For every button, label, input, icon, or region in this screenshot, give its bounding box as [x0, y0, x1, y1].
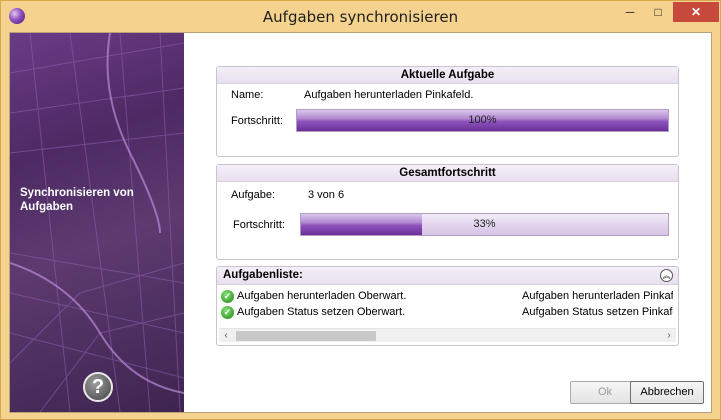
overall-progress-group: Gesamtfortschritt Aufgabe: 3 von 6 Forts… — [216, 164, 679, 260]
collapse-up-icon[interactable]: ︽ — [660, 269, 673, 282]
dialog-window: Aufgaben synchronisieren ─ □ ✕ Synchroni… — [0, 0, 721, 420]
city-map-background — [10, 33, 184, 412]
list-item-detail: Aufgaben Status setzen Pinkafe — [522, 306, 673, 318]
overall-progress-label: Fortschritt: — [233, 219, 285, 231]
help-icon[interactable]: ? — [83, 372, 113, 402]
name-label: Name: — [231, 89, 264, 101]
overall-progress-text: 33% — [473, 218, 496, 230]
task-count-value: 3 von 6 — [308, 189, 345, 201]
list-item-text: Aufgaben herunterladen Oberwart. — [237, 290, 407, 302]
current-task-header: Aktuelle Aufgabe — [217, 67, 678, 84]
dialog-body: Synchronisieren von Aufgaben ? Aktuelle … — [9, 32, 712, 413]
sidebar-banner: Synchronisieren von Aufgaben ? — [10, 33, 184, 412]
list-item-text: Aufgaben Status setzen Oberwart. — [237, 306, 406, 318]
sidebar-title: Synchronisieren von Aufgaben — [20, 187, 134, 213]
cancel-button[interactable]: Abbrechen — [630, 381, 704, 404]
check-icon: ✓ — [221, 290, 234, 303]
name-value: Aufgaben herunterladen Pinkafeld. — [304, 89, 474, 101]
task-list-title: Aufgabenliste: — [223, 269, 303, 281]
close-button[interactable]: ✕ — [673, 2, 719, 22]
task-count-label: Aufgabe: — [231, 189, 276, 201]
overall-progress-header: Gesamtfortschritt — [217, 165, 678, 182]
task-list-panel: Aufgabenliste: ︽ ✓ Aufgaben herunterlade… — [216, 266, 679, 346]
horizontal-scrollbar[interactable]: ‹ › — [219, 328, 676, 342]
scroll-left-icon[interactable]: ‹ — [219, 329, 233, 343]
list-item[interactable]: ✓ Aufgaben Status setzen Oberwart. Aufga… — [221, 305, 673, 321]
window-title: Aufgaben synchronisieren — [262, 8, 459, 26]
check-icon: ✓ — [221, 306, 234, 319]
scroll-thumb[interactable] — [236, 331, 376, 341]
scroll-right-icon[interactable]: › — [662, 329, 676, 343]
maximize-button[interactable]: □ — [645, 2, 671, 22]
list-item-detail: Aufgaben herunterladen Pinkafe — [522, 290, 673, 302]
current-progress-text: 100% — [468, 114, 497, 126]
list-item[interactable]: ✓ Aufgaben herunterladen Oberwart. Aufga… — [221, 289, 673, 305]
current-task-group: Aktuelle Aufgabe Name: Aufgaben herunter… — [216, 66, 679, 157]
current-progress-bar: 100% — [296, 109, 669, 132]
minimize-button[interactable]: ─ — [617, 2, 643, 22]
overall-progress-bar: 33% — [300, 213, 669, 236]
current-progress-label: Fortschritt: — [231, 115, 283, 127]
title-bar[interactable]: Aufgaben synchronisieren ─ □ ✕ — [1, 1, 720, 31]
task-list-header: Aufgabenliste: ︽ — [217, 267, 678, 285]
